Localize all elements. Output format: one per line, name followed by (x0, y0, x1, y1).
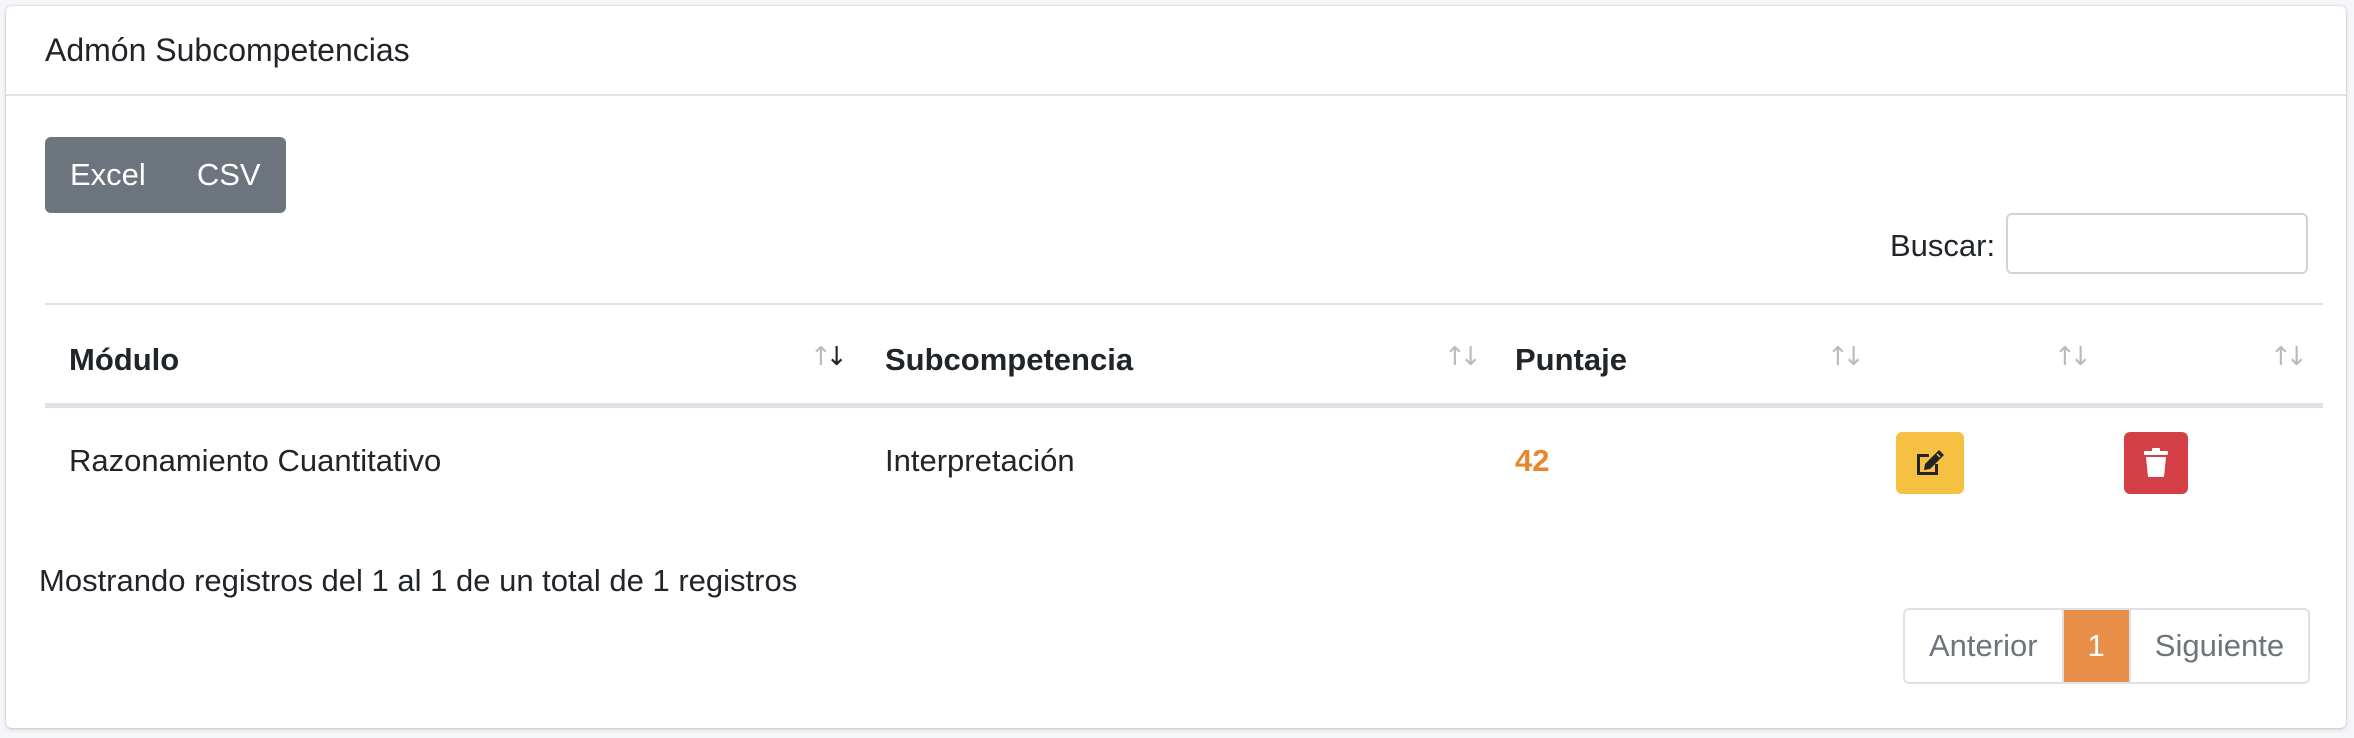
next-page-button[interactable]: Siguiente (2128, 610, 2308, 682)
search-input[interactable] (2006, 213, 2308, 274)
table-top-border (45, 303, 2323, 305)
page-title: Admón Subcompetencias (45, 32, 410, 68)
card-header: Admón Subcompetencias (6, 6, 2346, 96)
cell-modulo: Razonamiento Cuantitativo (69, 443, 442, 478)
export-button-group: Excel CSV (45, 137, 286, 213)
sort-icon[interactable]: ↑↓ (2270, 342, 2307, 372)
trash-icon (2144, 448, 2168, 477)
previous-page-button[interactable]: Anterior (1905, 610, 2064, 682)
page-1-button[interactable]: 1 (2063, 610, 2129, 682)
sort-icon[interactable]: ↑↓ (2054, 342, 2091, 372)
table-info: Mostrando registros del 1 al 1 de un tot… (39, 563, 798, 598)
pagination: Anterior 1 Siguiente (1903, 608, 2311, 684)
cell-puntaje: 42 (1515, 443, 1550, 478)
column-header-puntaje[interactable]: Puntaje (1515, 342, 1627, 378)
sort-icon[interactable]: ↑↓ (1444, 342, 1481, 372)
excel-button[interactable]: Excel (45, 137, 172, 213)
table-header-border (45, 403, 2323, 408)
sort-icon[interactable]: ↑↓ (1827, 342, 1864, 372)
column-header-modulo[interactable]: Módulo (69, 342, 179, 378)
cell-subcompetencia: Interpretación (885, 443, 1075, 478)
sort-asc-icon[interactable]: ↑↓ (810, 342, 848, 372)
search-label: Buscar: (1890, 228, 1996, 263)
edit-icon (1917, 450, 1944, 475)
delete-button[interactable] (2124, 432, 2188, 494)
edit-button[interactable] (1896, 432, 1964, 494)
column-header-subcompetencia[interactable]: Subcompetencia (885, 342, 1133, 378)
csv-button[interactable]: CSV (172, 137, 286, 213)
